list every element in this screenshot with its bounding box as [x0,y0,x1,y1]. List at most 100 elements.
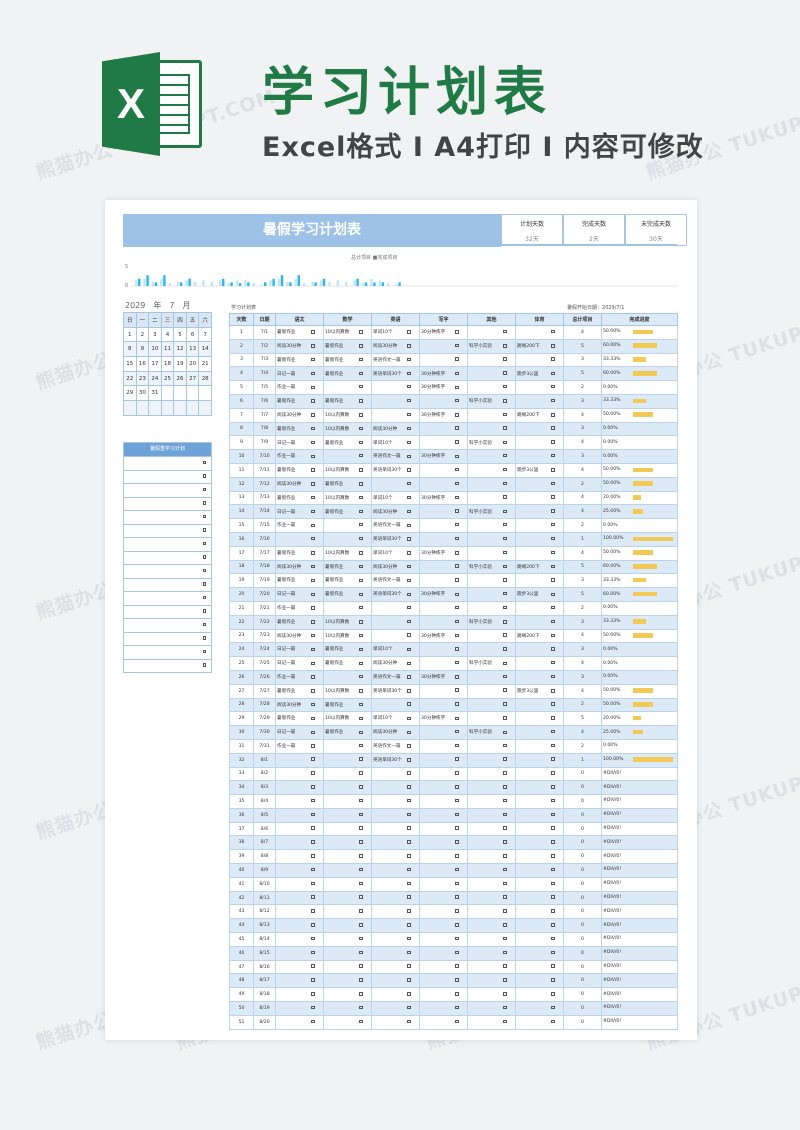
checkbox-icon[interactable] [551,881,555,886]
checkbox-icon[interactable] [551,384,555,389]
checkbox-icon[interactable] [311,716,315,721]
checkbox-icon[interactable] [359,357,363,362]
task-cell[interactable]: 英语作文一篇 [371,738,420,754]
checkbox-icon[interactable] [407,633,411,637]
checkbox-icon[interactable] [455,398,459,403]
checkbox-icon[interactable] [455,688,459,692]
task-cell[interactable] [323,449,372,464]
task-cell[interactable]: 单词10个 [371,325,420,340]
checkbox-icon[interactable] [359,757,363,761]
checkbox-icon[interactable] [311,744,315,748]
checkbox-icon[interactable] [455,826,459,830]
task-cell[interactable] [371,904,420,920]
task-cell[interactable] [467,545,516,561]
task-cell[interactable] [371,849,420,865]
checkbox-icon[interactable] [551,344,555,348]
checkbox-icon[interactable] [311,854,315,858]
checkbox-icon[interactable] [359,978,363,982]
task-cell[interactable]: 暑假作业 [275,490,324,506]
checkbox-icon[interactable] [311,523,315,528]
task-cell[interactable] [515,821,564,837]
checkbox-icon[interactable] [311,1019,315,1024]
checkbox-icon[interactable] [503,798,507,803]
task-cell[interactable] [515,738,564,754]
checkbox-icon[interactable] [407,826,411,830]
task-cell[interactable] [323,1014,372,1030]
task-cell[interactable] [515,614,564,630]
task-cell[interactable] [467,352,516,368]
checkbox-icon[interactable] [311,371,315,376]
checkbox-icon[interactable] [311,344,315,348]
task-cell[interactable] [371,407,420,423]
task-cell[interactable]: 暑假作业 [323,393,372,409]
task-cell[interactable]: 单词10个 [371,642,420,658]
task-cell[interactable]: 英语作文一篇 [371,352,420,368]
task-cell[interactable] [371,614,420,630]
checkbox-icon[interactable] [407,619,411,623]
checkbox-icon[interactable] [503,344,507,348]
task-cell[interactable] [323,890,372,906]
task-cell[interactable]: 30分钟练字 [419,490,468,506]
task-cell[interactable] [419,959,468,975]
task-cell[interactable] [371,932,420,947]
task-cell[interactable] [515,932,564,947]
checkbox-icon[interactable] [311,661,315,666]
checkbox-icon[interactable] [503,384,507,389]
task-cell[interactable] [419,973,468,989]
task-cell[interactable] [275,794,324,809]
checkbox-icon[interactable] [407,840,411,844]
task-cell[interactable] [419,531,468,547]
task-cell[interactable]: 30分钟练字 [419,669,468,685]
checkbox-icon[interactable] [455,785,459,789]
task-cell[interactable]: 暑假作业 [323,504,372,520]
task-cell[interactable] [515,352,564,368]
task-cell[interactable]: 科学小实验 [467,504,516,520]
task-cell[interactable] [323,531,372,547]
checkbox-icon[interactable] [503,964,507,968]
checkbox-icon[interactable] [503,578,507,582]
checkbox-icon[interactable] [407,812,411,817]
checkbox-icon[interactable] [503,826,507,830]
task-cell[interactable] [467,1001,516,1016]
checkbox-icon[interactable] [551,481,555,486]
checkbox-icon[interactable] [551,440,555,444]
task-cell[interactable] [515,421,564,437]
checkbox-icon[interactable] [551,964,555,968]
plan-list-row[interactable] [124,523,211,538]
task-cell[interactable] [371,835,420,851]
task-cell[interactable]: 暑假作业 [275,462,324,478]
checkbox-icon[interactable] [407,647,411,652]
task-cell[interactable]: 暑假作业 [323,587,372,602]
checkbox-icon[interactable] [311,1005,315,1010]
checkbox-icon[interactable] [311,357,315,362]
task-cell[interactable] [275,1014,324,1030]
checkbox-icon[interactable] [359,384,363,389]
task-cell[interactable]: 30分钟练字 [419,587,468,602]
checkbox-icon[interactable] [455,633,459,638]
task-cell[interactable]: 英语作文一篇 [371,518,420,533]
checkbox-icon[interactable] [455,440,459,444]
checkbox-icon[interactable] [455,702,459,706]
task-cell[interactable]: 单词10个 [371,711,420,727]
checkbox-icon[interactable] [359,826,363,830]
task-cell[interactable] [323,849,372,865]
checkbox-icon[interactable] [551,413,555,417]
checkbox-icon[interactable] [503,467,507,472]
checkbox-icon[interactable] [407,730,411,734]
checkbox-icon[interactable] [359,867,363,872]
checkbox-icon[interactable] [311,881,315,886]
task-cell[interactable]: 阅读30分钟 [371,725,420,740]
task-cell[interactable] [419,849,468,865]
checkbox-icon[interactable] [311,923,315,927]
task-cell[interactable]: 科学小实验 [467,614,516,630]
task-cell[interactable] [467,959,516,975]
task-cell[interactable] [419,683,468,699]
checkbox-icon[interactable] [359,716,363,721]
task-cell[interactable]: 阅读30分钟 [371,559,420,575]
task-cell[interactable] [515,325,564,340]
checkbox-icon[interactable] [407,854,411,858]
checkbox-icon[interactable] [455,495,459,500]
task-cell[interactable] [467,573,516,589]
checkbox-icon[interactable] [503,674,507,679]
task-cell[interactable] [275,766,324,782]
